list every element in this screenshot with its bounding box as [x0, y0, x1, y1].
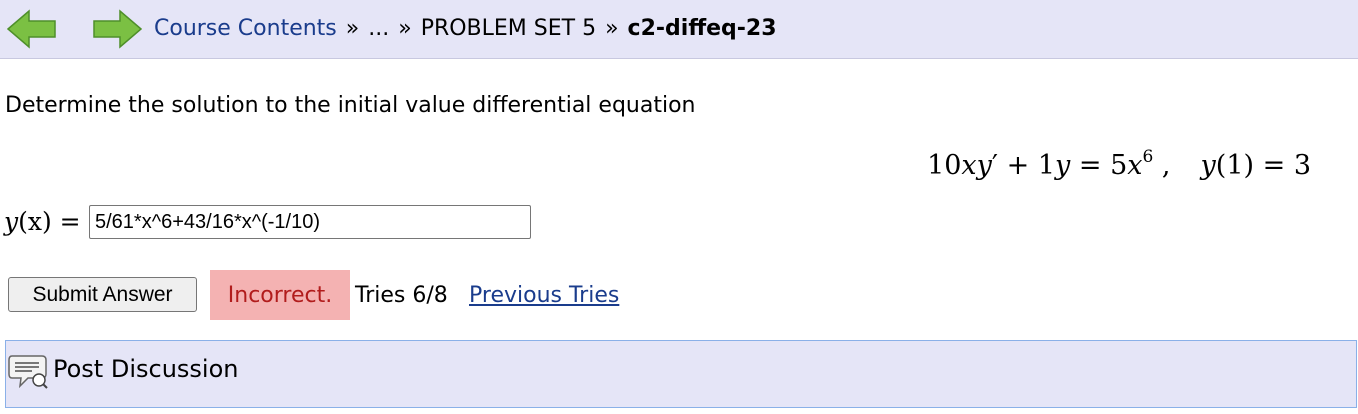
breadcrumb-ellipsis: ...: [368, 16, 390, 41]
forward-arrow-icon[interactable]: [92, 9, 142, 49]
eq-coef-3: 5: [1110, 150, 1128, 181]
problem-prompt: Determine the solution to the initial va…: [5, 93, 696, 118]
speech-bubble-icon: [8, 355, 48, 389]
eq-coef-2: 1: [1037, 150, 1056, 181]
eq-var-y: y: [1055, 150, 1071, 181]
breadcrumb: Course Contents »... » PROBLEM SET 5 » c2-dif…: [154, 16, 777, 41]
tries-count: Tries 6/8: [355, 283, 448, 308]
eq-var-xy: xy: [961, 150, 992, 181]
eq-exponent: 6: [1142, 147, 1154, 167]
ic-arg: (1): [1215, 150, 1255, 181]
previous-tries-link[interactable]: Previous Tries: [469, 283, 619, 308]
differential-equation: 10xy′ + 1y = 5x6 , y(1) = 3: [927, 147, 1311, 181]
breadcrumb-problem-set: PROBLEM SET 5: [420, 16, 597, 41]
submit-answer-button[interactable]: Submit Answer: [8, 277, 197, 312]
status-badge: Incorrect.: [210, 270, 350, 320]
answer-label-arg: (x): [18, 207, 52, 236]
breadcrumb-separator: »: [398, 16, 412, 41]
ic-rhs: = 3: [1254, 150, 1311, 181]
eq-coef-1: 10: [927, 150, 962, 181]
breadcrumb-separator: »: [605, 16, 619, 41]
eq-plus: +: [998, 150, 1038, 181]
answer-label-equals: =: [51, 207, 81, 236]
eq-var-x: x: [1127, 150, 1143, 181]
answer-label-var: y: [4, 207, 19, 236]
back-arrow-icon[interactable]: [7, 9, 57, 49]
answer-label: y(x) =: [4, 207, 81, 236]
answer-input[interactable]: [89, 205, 531, 239]
post-discussion-button[interactable]: Post Discussion: [5, 340, 1357, 408]
eq-comma: ,: [1153, 150, 1171, 181]
breadcrumb-separator: »: [345, 16, 360, 41]
navigation-bar: Course Contents »... » PROBLEM SET 5 » c2-dif…: [0, 0, 1358, 59]
eq-equals: =: [1070, 150, 1111, 181]
post-discussion-label: Post Discussion: [53, 355, 239, 383]
breadcrumb-course-contents[interactable]: Course Contents: [154, 16, 337, 41]
ic-var-y: y: [1200, 150, 1216, 181]
breadcrumb-current-problem: c2-diffeq-23: [627, 16, 777, 41]
